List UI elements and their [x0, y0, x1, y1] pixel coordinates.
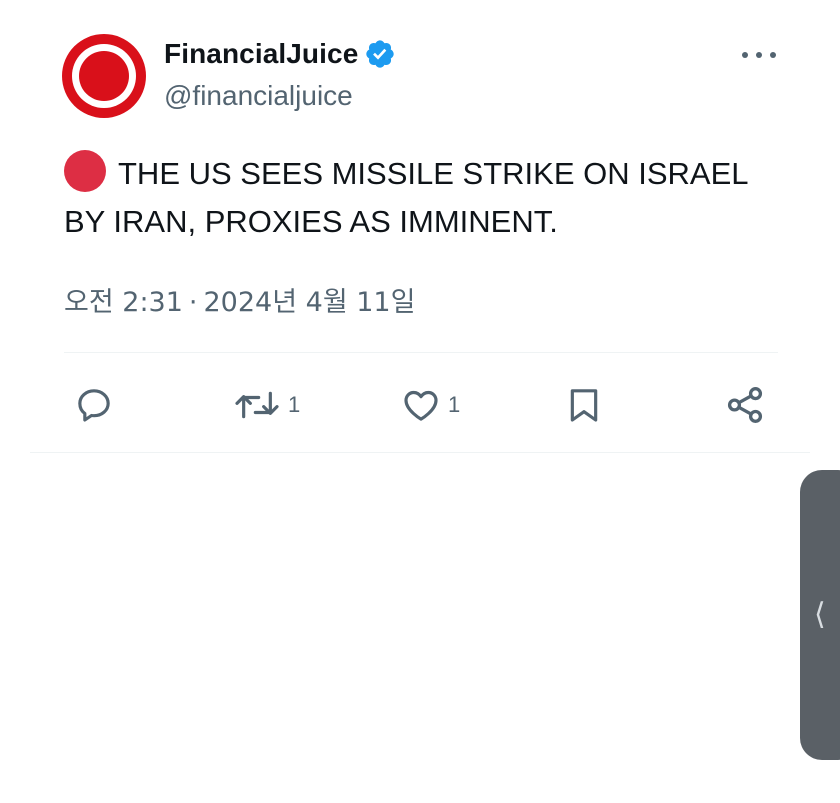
more-dot — [756, 52, 762, 58]
tweet-time: 오전 2:31 — [64, 287, 183, 318]
timestamp-separator: · — [188, 287, 198, 318]
bookmark-button[interactable] — [564, 380, 604, 430]
retweet-button[interactable]: 1 — [232, 380, 300, 430]
red-circle-emoji-icon — [64, 150, 106, 192]
retweet-icon — [235, 391, 279, 419]
tweet-timestamp[interactable]: 오전 2:31 · 2024년 4월 11일 — [64, 280, 415, 319]
tweet-text: THE US SEES MISSILE STRIKE ON ISRAEL BY … — [64, 150, 764, 246]
avatar-ring — [72, 44, 136, 108]
author-handle[interactable]: @financialjuice — [164, 80, 353, 112]
tweet-actions-bar: 1 1 — [0, 380, 840, 430]
share-icon — [727, 387, 763, 423]
tweet-body: THE US SEES MISSILE STRIKE ON ISRAEL BY … — [64, 156, 748, 239]
heart-icon — [404, 390, 438, 421]
more-options-icon[interactable] — [742, 40, 776, 70]
retweet-count: 1 — [288, 392, 301, 417]
chevron-left-icon: ⟨ — [814, 598, 826, 631]
reply-button[interactable] — [74, 380, 114, 430]
more-dot — [770, 52, 776, 58]
edge-panel-handle[interactable]: ⟨ — [800, 470, 840, 760]
avatar[interactable] — [62, 34, 146, 118]
author-display-name[interactable]: FinancialJuice — [164, 38, 358, 70]
bookmark-icon — [570, 389, 598, 422]
divider — [64, 352, 778, 353]
reply-icon — [78, 389, 110, 422]
divider — [30, 452, 810, 453]
verified-badge-icon — [366, 40, 395, 68]
more-dot — [742, 52, 748, 58]
like-count: 1 — [448, 392, 461, 417]
tweet-detail-page: FinancialJuice @financialjuice THE US SE… — [0, 0, 840, 803]
share-button[interactable] — [724, 380, 766, 430]
like-button[interactable]: 1 — [400, 380, 460, 430]
author-name-row[interactable]: FinancialJuice — [164, 38, 396, 70]
avatar-center-dot — [79, 51, 129, 101]
tweet-date: 2024년 4월 11일 — [203, 287, 416, 318]
